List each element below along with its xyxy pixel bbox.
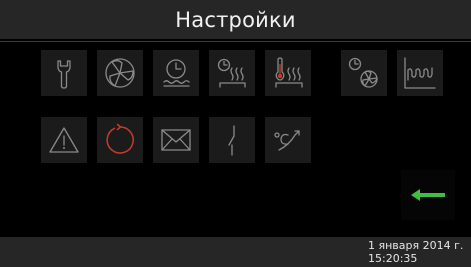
clock-fan-icon	[348, 57, 378, 88]
time-label: 15:20:35	[368, 252, 418, 265]
tile-wave-chart[interactable]	[397, 50, 443, 96]
tile-warning[interactable]	[41, 117, 87, 163]
tile-fan[interactable]	[97, 50, 143, 96]
page-title: Настройки	[175, 7, 296, 32]
tile-thermometer-heating[interactable]	[265, 50, 311, 96]
tile-reset[interactable]	[97, 117, 143, 163]
header-bar: Настройки	[0, 0, 471, 39]
switch-icon	[228, 125, 235, 156]
tile-clock-fan[interactable]	[341, 50, 387, 96]
tile-clock-heating[interactable]	[209, 50, 255, 96]
temperature-curve-icon	[274, 130, 300, 151]
tile-wrench[interactable]	[41, 50, 87, 96]
thermometer-heating-icon	[275, 57, 303, 88]
warning-icon	[49, 127, 79, 153]
back-button[interactable]	[401, 170, 455, 220]
clock-water-icon	[163, 59, 190, 87]
tile-clock-water[interactable]	[153, 50, 199, 96]
datetime-display: 1 января 2014 г. 15:20:35	[368, 239, 463, 265]
reset-circle-icon	[106, 123, 134, 154]
tile-temperature-curve[interactable]	[265, 117, 311, 163]
back-arrow-icon	[411, 189, 445, 201]
settings-screen: Настройки 1 января 2014 г. 15:20:35	[0, 0, 471, 267]
tile-switch[interactable]	[209, 117, 255, 163]
fan-icon	[105, 58, 135, 88]
wrench-icon	[57, 60, 71, 89]
envelope-icon	[161, 129, 191, 151]
date-label: 1 января 2014 г.	[368, 239, 464, 252]
clock-heating-icon	[217, 58, 246, 88]
wave-chart-icon	[404, 57, 436, 89]
header-divider	[0, 41, 471, 42]
tile-envelope[interactable]	[153, 117, 199, 163]
